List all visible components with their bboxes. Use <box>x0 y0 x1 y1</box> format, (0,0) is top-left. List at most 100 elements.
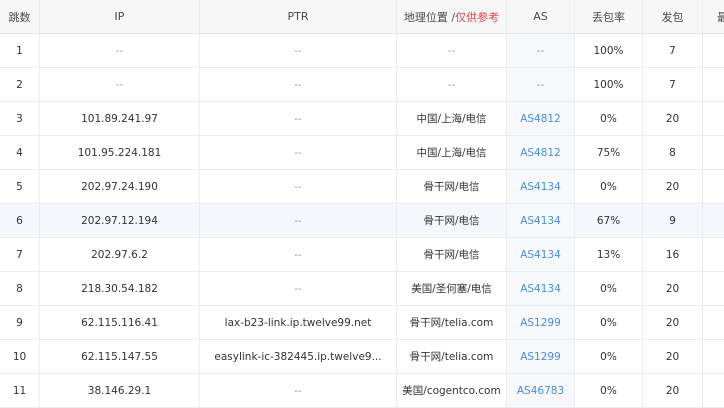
cell-ip: 62.115.116.41 <box>40 306 200 339</box>
cell-ptr: -- <box>200 34 397 67</box>
cell-best <box>703 68 724 101</box>
cell-loss: 75% <box>575 136 643 169</box>
cell-geo: 骨干网/电信 <box>397 170 507 203</box>
cell-hop: 9 <box>0 306 40 339</box>
cell-geo: 骨干网/电信 <box>397 204 507 237</box>
cell-hop: 3 <box>0 102 40 135</box>
cell-ptr: -- <box>200 204 397 237</box>
header-ip: IP <box>40 0 200 33</box>
cell-best <box>703 238 724 271</box>
cell-best <box>703 340 724 373</box>
cell-best <box>703 136 724 169</box>
cell-ptr: -- <box>200 272 397 305</box>
as-link[interactable]: AS4812 <box>520 147 561 159</box>
cell-sent: 8 <box>643 136 703 169</box>
cell-sent: 20 <box>643 102 703 135</box>
cell-ip: 202.97.6.2 <box>40 238 200 271</box>
cell-best <box>703 170 724 203</box>
header-ptr: PTR <box>200 0 397 33</box>
cell-ptr: -- <box>200 136 397 169</box>
cell-sent: 20 <box>643 170 703 203</box>
cell-ip: 38.146.29.1 <box>40 374 200 407</box>
cell-as: -- <box>507 34 575 67</box>
cell-ip: 101.89.241.97 <box>40 102 200 135</box>
cell-as[interactable]: AS46783 <box>507 374 575 407</box>
header-as: AS <box>507 0 575 33</box>
cell-geo: 中国/上海/电信 <box>397 102 507 135</box>
cell-loss: 100% <box>575 68 643 101</box>
cell-geo: 骨干网/电信 <box>397 238 507 271</box>
cell-as[interactable]: AS4812 <box>507 136 575 169</box>
cell-sent: 7 <box>643 34 703 67</box>
cell-geo: 中国/上海/电信 <box>397 136 507 169</box>
header-loss: 丢包率 <box>575 0 643 33</box>
traceroute-table: 跳数 IP PTR 地理位置 / 仅供参考 AS 丢包率 发包 最 1-----… <box>0 0 724 408</box>
cell-loss: 67% <box>575 204 643 237</box>
as-link[interactable]: AS1299 <box>520 317 561 329</box>
cell-loss: 0% <box>575 170 643 203</box>
header-geo: 地理位置 / 仅供参考 <box>397 0 507 33</box>
cell-as[interactable]: AS4134 <box>507 170 575 203</box>
as-link[interactable]: AS4134 <box>520 215 561 227</box>
as-link[interactable]: AS4134 <box>520 181 561 193</box>
cell-ip: 218.30.54.182 <box>40 272 200 305</box>
table-row: 8 218.30.54.182 -- 美国/圣何塞/电信 AS4134 0% 20 <box>0 272 724 306</box>
as-link[interactable]: AS4134 <box>520 249 561 261</box>
cell-as[interactable]: AS4134 <box>507 204 575 237</box>
header-geo-label: 地理位置 / <box>403 10 456 24</box>
cell-geo: -- <box>397 34 507 67</box>
cell-ptr: lax-b23-link.ip.twelve99.net <box>200 306 397 339</box>
cell-ptr: easylink-ic-382445.ip.twelve9... <box>200 340 397 373</box>
as-link[interactable]: AS1299 <box>520 351 561 363</box>
cell-loss: 100% <box>575 34 643 67</box>
as-link[interactable]: AS46783 <box>517 385 564 397</box>
cell-hop: 8 <box>0 272 40 305</box>
table-row: 2 -- -- -- -- 100% 7 <box>0 68 724 102</box>
cell-ptr: -- <box>200 374 397 407</box>
table-row: 1 -- -- -- -- 100% 7 <box>0 34 724 68</box>
table-body: 1 -- -- -- -- 100% 7 2 -- -- -- -- 100% 7 3 101.89.241.… <box>0 34 724 408</box>
cell-geo: 美国/圣何塞/电信 <box>397 272 507 305</box>
as-value: -- <box>536 44 545 57</box>
cell-best <box>703 306 724 339</box>
cell-geo: 美国/cogentco.com <box>397 374 507 407</box>
cell-best <box>703 272 724 305</box>
as-link[interactable]: AS4134 <box>520 283 561 295</box>
cell-as[interactable]: AS4812 <box>507 102 575 135</box>
cell-hop: 6 <box>0 204 40 237</box>
cell-as[interactable]: AS1299 <box>507 340 575 373</box>
cell-best <box>703 204 724 237</box>
cell-geo: 骨干网/telia.com <box>397 340 507 373</box>
cell-geo: 骨干网/telia.com <box>397 306 507 339</box>
cell-as: -- <box>507 68 575 101</box>
cell-as[interactable]: AS4134 <box>507 272 575 305</box>
as-link[interactable]: AS4812 <box>520 113 561 125</box>
header-geo-note: 仅供参考 <box>455 10 500 24</box>
cell-hop: 1 <box>0 34 40 67</box>
cell-loss: 0% <box>575 340 643 373</box>
cell-ip: 101.95.224.181 <box>40 136 200 169</box>
table-row: 9 62.115.116.41 lax-b23-link.ip.twelve99.n… <box>0 306 724 340</box>
table-row: 11 38.146.29.1 -- 美国/cogentco.com AS46783 0% 2… <box>0 374 724 408</box>
cell-hop: 5 <box>0 170 40 203</box>
cell-ptr: -- <box>200 68 397 101</box>
header-hop: 跳数 <box>0 0 40 33</box>
cell-ip: -- <box>40 68 200 101</box>
cell-loss: 0% <box>575 102 643 135</box>
cell-sent: 7 <box>643 68 703 101</box>
cell-sent: 20 <box>643 272 703 305</box>
cell-as[interactable]: AS1299 <box>507 306 575 339</box>
table-row: 5 202.97.24.190 -- 骨干网/电信 AS4134 0% 20 <box>0 170 724 204</box>
cell-sent: 20 <box>643 340 703 373</box>
cell-as[interactable]: AS4134 <box>507 238 575 271</box>
cell-best <box>703 374 724 407</box>
table-row: 7 202.97.6.2 -- 骨干网/电信 AS4134 13% 16 <box>0 238 724 272</box>
cell-geo: -- <box>397 68 507 101</box>
cell-best <box>703 102 724 135</box>
cell-sent: 20 <box>643 374 703 407</box>
cell-hop: 10 <box>0 340 40 373</box>
cell-sent: 9 <box>643 204 703 237</box>
cell-ptr: -- <box>200 238 397 271</box>
cell-hop: 7 <box>0 238 40 271</box>
cell-hop: 2 <box>0 68 40 101</box>
